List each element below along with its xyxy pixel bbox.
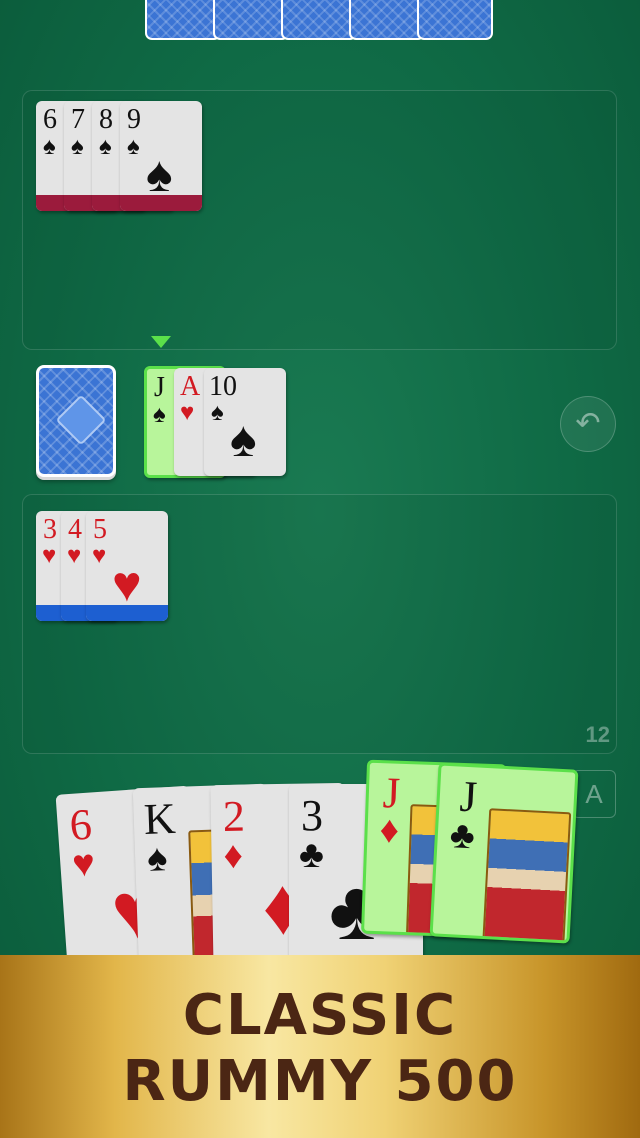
opponent-card-back xyxy=(281,0,357,40)
heart-icon: ♥ xyxy=(67,543,82,569)
banner-title-line1: CLASSIC xyxy=(182,983,458,1048)
opponent-card-back xyxy=(417,0,493,40)
spade-icon: ♠ xyxy=(99,134,112,160)
card-rank: 3 xyxy=(301,791,323,840)
opponent-card-back xyxy=(145,0,221,40)
heart-icon: ♥ xyxy=(180,400,195,426)
card-rank: J xyxy=(458,771,479,822)
spade-icon: ♠ xyxy=(146,146,173,202)
club-icon: ♣ xyxy=(299,834,324,876)
card-rank: 6 xyxy=(67,799,94,850)
card-back-emblem-icon xyxy=(55,394,107,446)
heart-icon: ♥ xyxy=(42,543,57,569)
card-rank: 8 xyxy=(99,104,113,135)
card-rank: 6 xyxy=(43,104,57,135)
card-rank: 7 xyxy=(71,104,85,135)
spade-icon: ♠ xyxy=(43,134,56,160)
spade-icon: ♠ xyxy=(211,400,224,426)
jack-portrait-icon xyxy=(482,808,572,944)
discard-card[interactable]: 10 ♠ ♠ xyxy=(204,368,286,476)
stock-pile[interactable] xyxy=(36,365,116,477)
diamond-icon: ♦ xyxy=(378,809,400,852)
player-meld-card: 5 ♥ ♥ xyxy=(86,511,168,621)
heart-icon: ♥ xyxy=(92,543,107,569)
opponent-card-back xyxy=(213,0,289,40)
card-rank: 4 xyxy=(68,514,82,545)
diamond-icon: ♦ xyxy=(223,834,244,877)
spade-icon: ♠ xyxy=(230,411,257,467)
card-rank: 3 xyxy=(43,514,57,545)
opponent-stripe xyxy=(120,195,202,211)
card-rank: A xyxy=(180,371,201,402)
card-rank: 10 xyxy=(209,371,237,402)
player-score: 12 xyxy=(585,722,610,747)
banner-title-line2: RUMMY 500 xyxy=(122,1049,518,1114)
card-rank: 5 xyxy=(93,514,107,545)
opponent-card-back xyxy=(349,0,425,40)
card-rank: 9 xyxy=(127,104,141,135)
title-banner: CLASSIC RUMMY 500 xyxy=(0,955,640,1138)
sort-button[interactable]: A xyxy=(572,770,616,818)
discard-pointer-icon xyxy=(151,336,171,348)
spade-icon: ♠ xyxy=(127,134,140,160)
heart-icon: ♥ xyxy=(112,556,142,612)
spade-icon: ♠ xyxy=(146,837,169,880)
heart-icon: ♥ xyxy=(70,842,97,886)
card-rank: J xyxy=(154,372,165,403)
opponent-hand xyxy=(145,0,497,40)
card-rank: 2 xyxy=(222,791,246,841)
player-stripe xyxy=(86,605,168,621)
hand-card[interactable]: J ♣ xyxy=(429,762,579,944)
opponent-meld-card: 9 ♠ ♠ xyxy=(120,101,202,211)
card-rank: K xyxy=(142,793,177,845)
spade-icon: ♠ xyxy=(71,134,84,160)
club-icon: ♣ xyxy=(448,814,476,858)
undo-icon[interactable]: ↶ xyxy=(560,396,616,452)
spade-icon: ♠ xyxy=(153,402,166,428)
